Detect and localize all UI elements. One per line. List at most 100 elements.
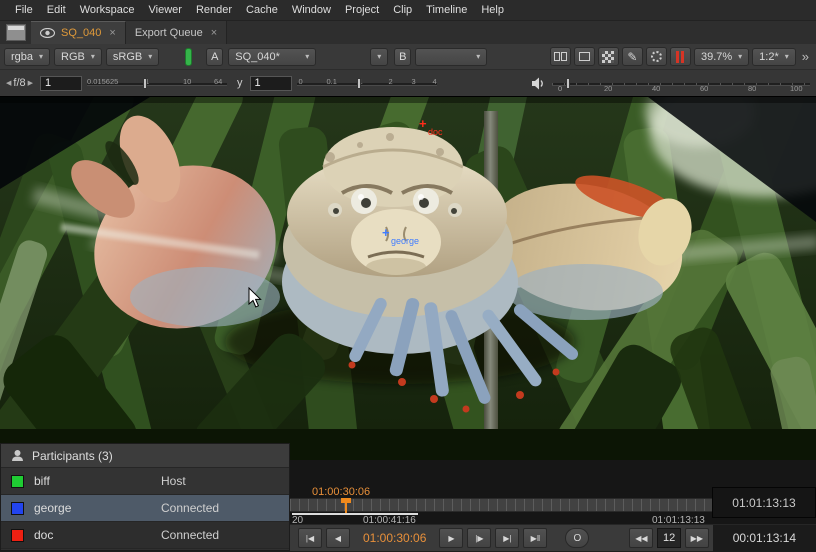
- doc-cursor-label: doc: [428, 127, 443, 137]
- exposure-row: ◀ f/8 ▶ 1 0.015625 1 10 64 y 1 0 0.1 1 2…: [0, 70, 816, 97]
- color-swatch: [11, 475, 24, 488]
- b-buffer-label[interactable]: B: [394, 48, 411, 66]
- volume-slider[interactable]: 0 20 40 60 80 100: [552, 74, 810, 92]
- menu-render[interactable]: Render: [189, 0, 239, 21]
- timeline-panel: 01:00:30:06 20 01:00:41:16 01:01:13:13 0…: [290, 460, 816, 551]
- chevron-down-icon: ▾: [39, 52, 43, 61]
- jump-forward-button[interactable]: ▶▶: [685, 528, 709, 548]
- loop-mode-button[interactable]: O: [565, 528, 589, 548]
- channels-value: rgba: [11, 51, 33, 63]
- gain-input[interactable]: 1: [40, 76, 82, 91]
- menu-file[interactable]: File: [8, 0, 40, 21]
- menu-cache[interactable]: Cache: [239, 0, 285, 21]
- gamma-tick: 4: [433, 77, 437, 86]
- menu-edit[interactable]: Edit: [40, 0, 73, 21]
- menu-timeline[interactable]: Timeline: [419, 0, 474, 21]
- layer-dropdown[interactable]: RGB ▾: [54, 48, 102, 66]
- zoom-dropdown[interactable]: 39.7% ▾: [694, 48, 749, 66]
- participant-name: biff: [34, 474, 161, 488]
- a-buffer-label[interactable]: A: [206, 48, 223, 66]
- person-icon: [11, 449, 24, 462]
- gain-slider[interactable]: 0.015625 1 10 64: [87, 74, 227, 92]
- next-frame-button[interactable]: ▶|: [495, 528, 519, 548]
- gamma-input[interactable]: 1: [250, 76, 292, 91]
- speaker-icon[interactable]: [531, 77, 546, 90]
- menu-workspace[interactable]: Workspace: [73, 0, 142, 21]
- a-source-dropdown[interactable]: SQ_040* ▾: [228, 48, 316, 66]
- participants-panel: Participants (3) biff Host george Connec…: [0, 443, 290, 551]
- close-icon[interactable]: ×: [109, 27, 115, 39]
- tab-label-export-queue: Export Queue: [135, 27, 203, 39]
- step-back-button[interactable]: ◀: [326, 528, 350, 548]
- proxy-value: 1:2*: [759, 51, 779, 63]
- menu-project[interactable]: Project: [338, 0, 386, 21]
- george-cursor-label: george: [391, 236, 419, 246]
- chevron-down-icon: ▾: [476, 52, 480, 61]
- participant-row-biff[interactable]: biff Host: [1, 468, 289, 495]
- menu-bar: File Edit Workspace Viewer Render Cache …: [0, 0, 816, 21]
- close-icon[interactable]: ×: [211, 27, 217, 39]
- chevron-down-icon: ▾: [305, 52, 309, 61]
- go-to-end-button[interactable]: ▶‖: [523, 528, 547, 548]
- fstop-increment-icon[interactable]: ▶: [26, 79, 35, 87]
- fstop-label: f/8: [13, 77, 25, 89]
- menu-help[interactable]: Help: [474, 0, 511, 21]
- fstop-decrement-icon[interactable]: ◀: [4, 79, 13, 87]
- current-timecode-field[interactable]: 01:00:30:06: [363, 531, 426, 545]
- wipe-mode-dropdown[interactable]: ▾: [370, 48, 388, 66]
- fullscreen-monitor-icon[interactable]: [574, 47, 595, 66]
- overflow-chevron-icon[interactable]: »: [799, 49, 812, 64]
- annotation-pen-icon[interactable]: ✎: [622, 47, 643, 66]
- gain-slider-handle[interactable]: [143, 78, 147, 89]
- checkerboard-icon[interactable]: [598, 47, 619, 66]
- chevron-down-icon: ▾: [785, 52, 789, 61]
- viewer-canvas[interactable]: + doc + george: [0, 97, 816, 460]
- gamma-slider[interactable]: 0 0.1 1 2 3 4: [297, 74, 437, 92]
- layer-value: RGB: [61, 51, 85, 63]
- frame-increment-field[interactable]: 12: [657, 528, 680, 548]
- input-process-indicator[interactable]: [185, 48, 192, 66]
- b-source-dropdown[interactable]: ▾: [415, 48, 487, 66]
- zoom-value: 39.7%: [701, 51, 732, 63]
- proxy-dropdown[interactable]: 1:2* ▾: [752, 48, 796, 66]
- participant-name: george: [34, 501, 161, 515]
- jump-back-button[interactable]: ◀◀: [629, 528, 653, 548]
- chevron-down-icon: ▾: [738, 52, 742, 61]
- playhead-timecode: 01:00:30:06: [312, 486, 370, 498]
- roi-icon[interactable]: [646, 47, 667, 66]
- volume-tick: 40: [652, 84, 660, 93]
- tab-sq040[interactable]: SQ_040 ×: [31, 21, 126, 44]
- tab-export-queue[interactable]: Export Queue ×: [126, 21, 227, 44]
- volume-tick: 20: [604, 84, 612, 93]
- participants-header: Participants (3): [1, 444, 289, 468]
- volume-slider-handle[interactable]: [566, 78, 570, 89]
- pause-render-icon[interactable]: [670, 47, 691, 66]
- tab-label-sq040: SQ_040: [61, 27, 101, 39]
- participant-row-george[interactable]: george Connected: [1, 495, 289, 522]
- participants-title: Participants (3): [32, 449, 113, 463]
- step-forward-button[interactable]: |▶: [467, 528, 491, 548]
- mouse-cursor-icon: [248, 287, 262, 308]
- channels-dropdown[interactable]: rgba ▾: [4, 48, 50, 66]
- timeline-ruler[interactable]: [290, 498, 712, 512]
- gamma-slider-handle[interactable]: [357, 78, 361, 89]
- chevron-down-icon: ▾: [91, 52, 95, 61]
- viewer-image: [0, 97, 816, 460]
- play-button[interactable]: ▶: [439, 528, 463, 548]
- monitor-out-icon[interactable]: [550, 47, 571, 66]
- panel-layout-icon[interactable]: [6, 24, 26, 41]
- menu-viewer[interactable]: Viewer: [142, 0, 189, 21]
- tab-bar: SQ_040 × Export Queue ×: [0, 21, 816, 44]
- participant-row-doc[interactable]: doc Connected: [1, 522, 289, 549]
- color-swatch: [11, 502, 24, 515]
- gamma-tick: 2: [389, 77, 393, 86]
- volume-tick: 0: [558, 84, 562, 93]
- gamma-tick: 0: [299, 77, 303, 86]
- go-to-start-button[interactable]: |◀: [298, 528, 322, 548]
- duration-display: 00:01:13:14: [713, 525, 816, 552]
- playhead-line[interactable]: [345, 499, 347, 513]
- gamma-label: y: [237, 77, 243, 89]
- menu-window[interactable]: Window: [285, 0, 338, 21]
- colorspace-dropdown[interactable]: sRGB ▾: [106, 48, 159, 66]
- menu-clip[interactable]: Clip: [386, 0, 419, 21]
